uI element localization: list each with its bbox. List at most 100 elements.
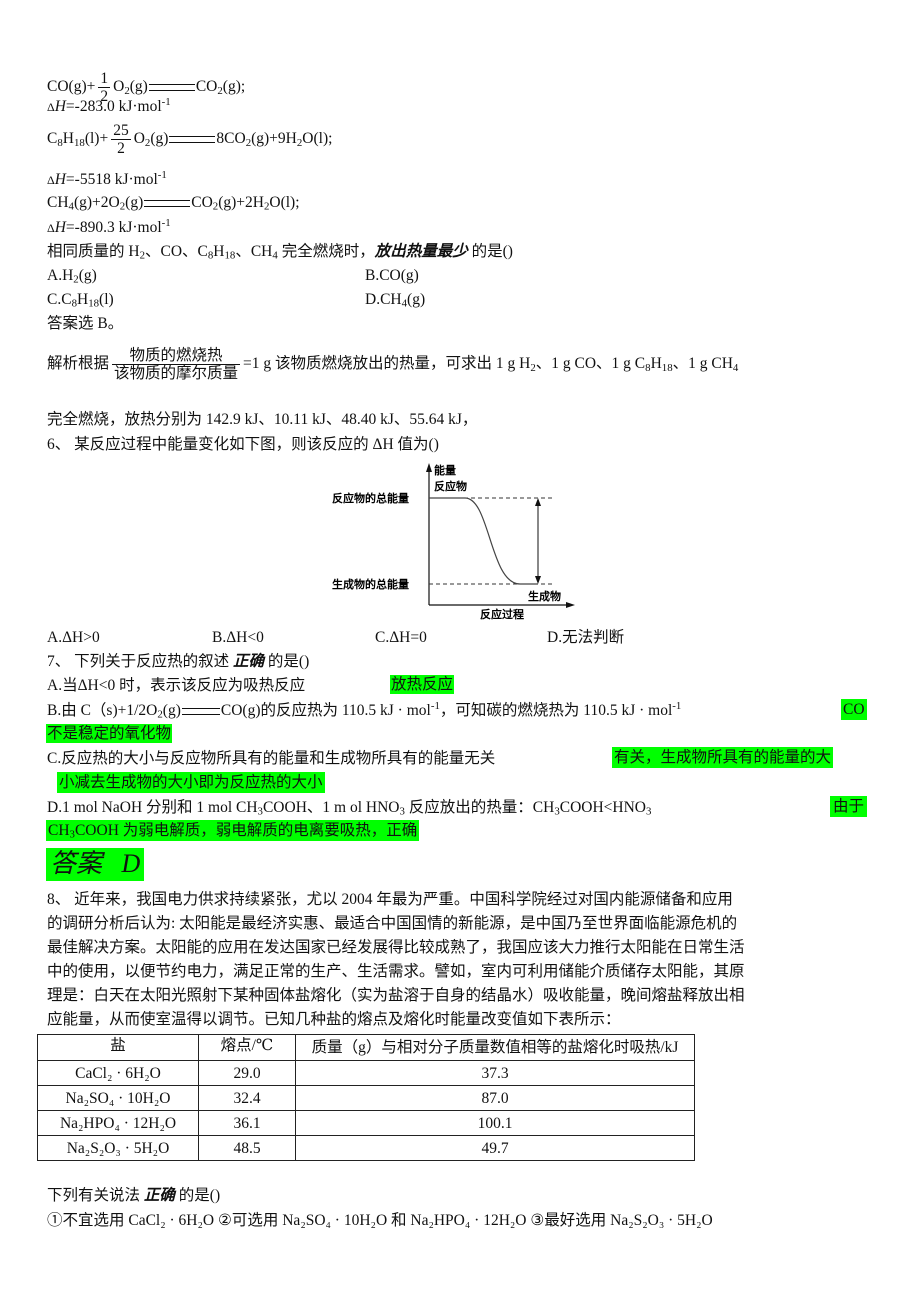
subscript: 4 (732, 361, 739, 374)
q7-note-c2: 小减去生成物的大小即为反应热的大小 (57, 772, 325, 794)
q7-option-a: A.当ΔH<0 时，表示该反应为吸热反应 (47, 676, 305, 695)
q7-option-c: C.反应热的大小与反应物所具有的能量和生成物所具有的能量无关 (47, 750, 496, 767)
q7-answer: 答案 D (46, 848, 145, 881)
delta-symbol: Δ (47, 221, 55, 235)
q6-option-b: B.ΔH<0 (212, 629, 264, 646)
q5-analysis: 解析根据 物质的燃烧热 该物质的摩尔质量 =1 g 该物质燃烧放出的热量，可求出 1 … (47, 347, 738, 382)
emphasis-text: 放出热量最少 (374, 243, 468, 260)
option-text: 反应放出的热量：CH (404, 799, 555, 816)
q7-note-d2: CH3COOH 为弱电解质，弱电解质的电离要吸热，正确 (46, 820, 420, 842)
analysis-text: 解析根据 (47, 355, 110, 373)
y-axis-label: 能量 (434, 463, 456, 477)
dh-value: =-890.3 kJ·mol (65, 219, 162, 236)
q8-paragraph-line: 中的使用，以便节约电力，满足正常的生产、生活需求。譬如，室内可利用储能介质储存太… (47, 963, 745, 980)
analysis-text: 、1 g CH (672, 355, 733, 373)
analysis-fraction: 物质的燃烧热 该物质的摩尔质量 (112, 347, 241, 382)
q7-note-d1: 由于 (830, 796, 868, 818)
stem-text: 、CH (235, 243, 273, 260)
subscript: 18 (224, 249, 236, 262)
equals-sign-icon (169, 136, 216, 144)
option-label: C.C (47, 291, 72, 308)
eq-text: O (113, 78, 125, 96)
option-text: D.1 mol NaOH 分别和 1 mol CH (47, 799, 258, 816)
cell-mp: 36.1 (198, 1110, 296, 1137)
option-text: H (76, 291, 89, 308)
q8-paragraph-line: 应能量，从而使室温得以调节。已知几种盐的熔点及熔化时能量改变值如下表所示： (47, 1011, 621, 1028)
equals-sign-icon (148, 84, 195, 92)
q5-option-c: C.C8H18(l) (47, 290, 114, 309)
q6-option-a: A.ΔH>0 (47, 629, 100, 646)
eq-text: O(l); (269, 194, 300, 211)
product-label: 生成物 (528, 589, 561, 603)
q7-option-b: B.由 C（s)+1/2O2(g) CO(g)的反应热为 110.5 kJ · m… (47, 700, 682, 721)
cell-salt: Na₂HPO₄ · 12H₂O (37, 1110, 199, 1137)
superscript: -1 (672, 700, 682, 713)
stem-text: 的是() (174, 1187, 221, 1204)
analysis-text: H (650, 355, 662, 373)
eq-text: (g) (150, 130, 169, 148)
energy-curve (429, 497, 538, 585)
salt-table: 盐 熔点/℃ 质量（g）与相对分子质量数值相等的盐熔化时吸热/kJ CaCl₂ … (37, 1033, 695, 1162)
equation-methane-combustion: CH4(g)+2O2(g) CO2(g)+2H2O(l); (47, 193, 300, 212)
q5-analysis-line2: 完全燃烧，放热分别为 142.9 kJ、10.11 kJ、48.40 kJ、55… (47, 411, 478, 428)
q8-statements: ①不宜选用 CaCl₂ · 6H₂O ②可选用 Na₂SO₄ · 10H₂O 和… (47, 1212, 713, 1229)
question-6-stem: 6、 某反应过程中能量变化如下图，则该反应的 ΔH 值为() (47, 436, 439, 453)
q5-option-d: D.CH4(g) (365, 290, 425, 309)
option-label: D.CH (365, 291, 402, 308)
cell-salt: CaCl₂ · 6H₂O (37, 1060, 199, 1087)
eq-text: (g) (125, 194, 144, 211)
option-text: (g) (407, 291, 426, 308)
eq-text: CO(g)+ (47, 78, 96, 96)
reactant-level-label: 反应物的总能量 (332, 491, 409, 505)
q6-option-d: D.无法判断 (547, 629, 625, 646)
emphasis-text: 正确 (143, 1187, 175, 1204)
delta-symbol: Δ (47, 100, 55, 114)
dh-value: =-5518 kJ·mol (65, 171, 158, 188)
q6-option-c: C.ΔH=0 (375, 629, 427, 646)
cell-mp: 29.0 (198, 1060, 296, 1087)
stem-text: 相同质量的 H (47, 243, 140, 260)
q7-note-a: 放热反应 (390, 675, 455, 695)
q8-paragraph-line: 8、 近年来，我国电力供求持续紧张，尤以 2004 年最为严重。中国科学院经过对… (47, 891, 733, 908)
equals-sign-icon (144, 199, 191, 207)
q7-note-c1: 有关，生成物所具有的能量的大 (612, 747, 834, 769)
delta-symbol: Δ (47, 173, 55, 187)
eq-text: CO (195, 78, 218, 96)
note-text: CH (48, 822, 70, 839)
y-axis-arrow-icon (426, 463, 432, 472)
eq-text: (g)+2H (218, 194, 264, 211)
energy-diagram: 能量 反应物 反应物的总能量 生成物的总能量 生成物 反应过程 (332, 463, 575, 620)
dh-value: =-283.0 kJ·mol (65, 98, 162, 115)
q7-note-b1: CO (841, 699, 867, 721)
frac-den: 2 (117, 140, 125, 158)
delta-h-2: ΔH=-5518 kJ·mol-1 (47, 170, 167, 189)
q7-note-b2: 不是稳定的氧化物 (46, 724, 173, 744)
delta-h-3: ΔH=-890.3 kJ·mol-1 (47, 218, 171, 237)
question-5-stem: 相同质量的 H2、CO、C8H18、CH4 完全燃烧时，放出热量最少 的是() (47, 242, 513, 261)
q8-question-stem: 下列有关说法 正确 的是() (47, 1186, 220, 1205)
delta-h-1: ΔH=-283.0 kJ·mol-1 (47, 97, 171, 116)
subscript: 18 (73, 136, 85, 149)
stem-text: 、CO、C (145, 243, 208, 260)
q5-option-b: B.CO(g) (365, 266, 419, 285)
col-header-heat: 质量（g）与相对分子质量数值相等的盐熔化时吸热/kJ (295, 1033, 695, 1062)
subscript: 3 (645, 805, 652, 818)
q5-option-a: A.H2(g) (47, 266, 97, 285)
stem-text: H (213, 243, 225, 260)
equation-octane-combustion: C8H18(l)+ 25 2 O2(g) 8CO2(g)+9H2O(l); (47, 122, 332, 157)
q8-paragraph-line: 的调研分析后认为: 太阳能是最经济实惠、最适合中国国情的新能源，是中国乃至世界面… (47, 915, 738, 932)
eq-text: C (47, 130, 58, 148)
option-text: (l) (99, 291, 114, 308)
table-row: Na₂HPO₄ · 12H₂O 36.1 100.1 (37, 1110, 695, 1137)
stem-text: 7、 下列关于反应热的叙述 (47, 653, 234, 670)
eq-text: (g)+9H (251, 130, 297, 148)
q8-paragraph-line: 理是：白天在太阳光照射下某种固体盐熔化（实为盐溶于自身的结晶水）吸收能量，晚间熔… (47, 987, 745, 1004)
table-header-row: 盐 熔点/℃ 质量（g）与相对分子质量数值相等的盐熔化时吸热/kJ (37, 1033, 695, 1062)
answer-value: D (121, 849, 141, 878)
cell-heat: 100.1 (295, 1110, 695, 1137)
answer-label: 答案 (50, 849, 103, 878)
eq-text: O(l); (302, 130, 333, 148)
cell-salt: Na₂SO₄ · 10H₂O (37, 1085, 199, 1112)
cell-heat: 87.0 (295, 1085, 695, 1112)
x-axis-label: 反应过程 (480, 607, 524, 620)
